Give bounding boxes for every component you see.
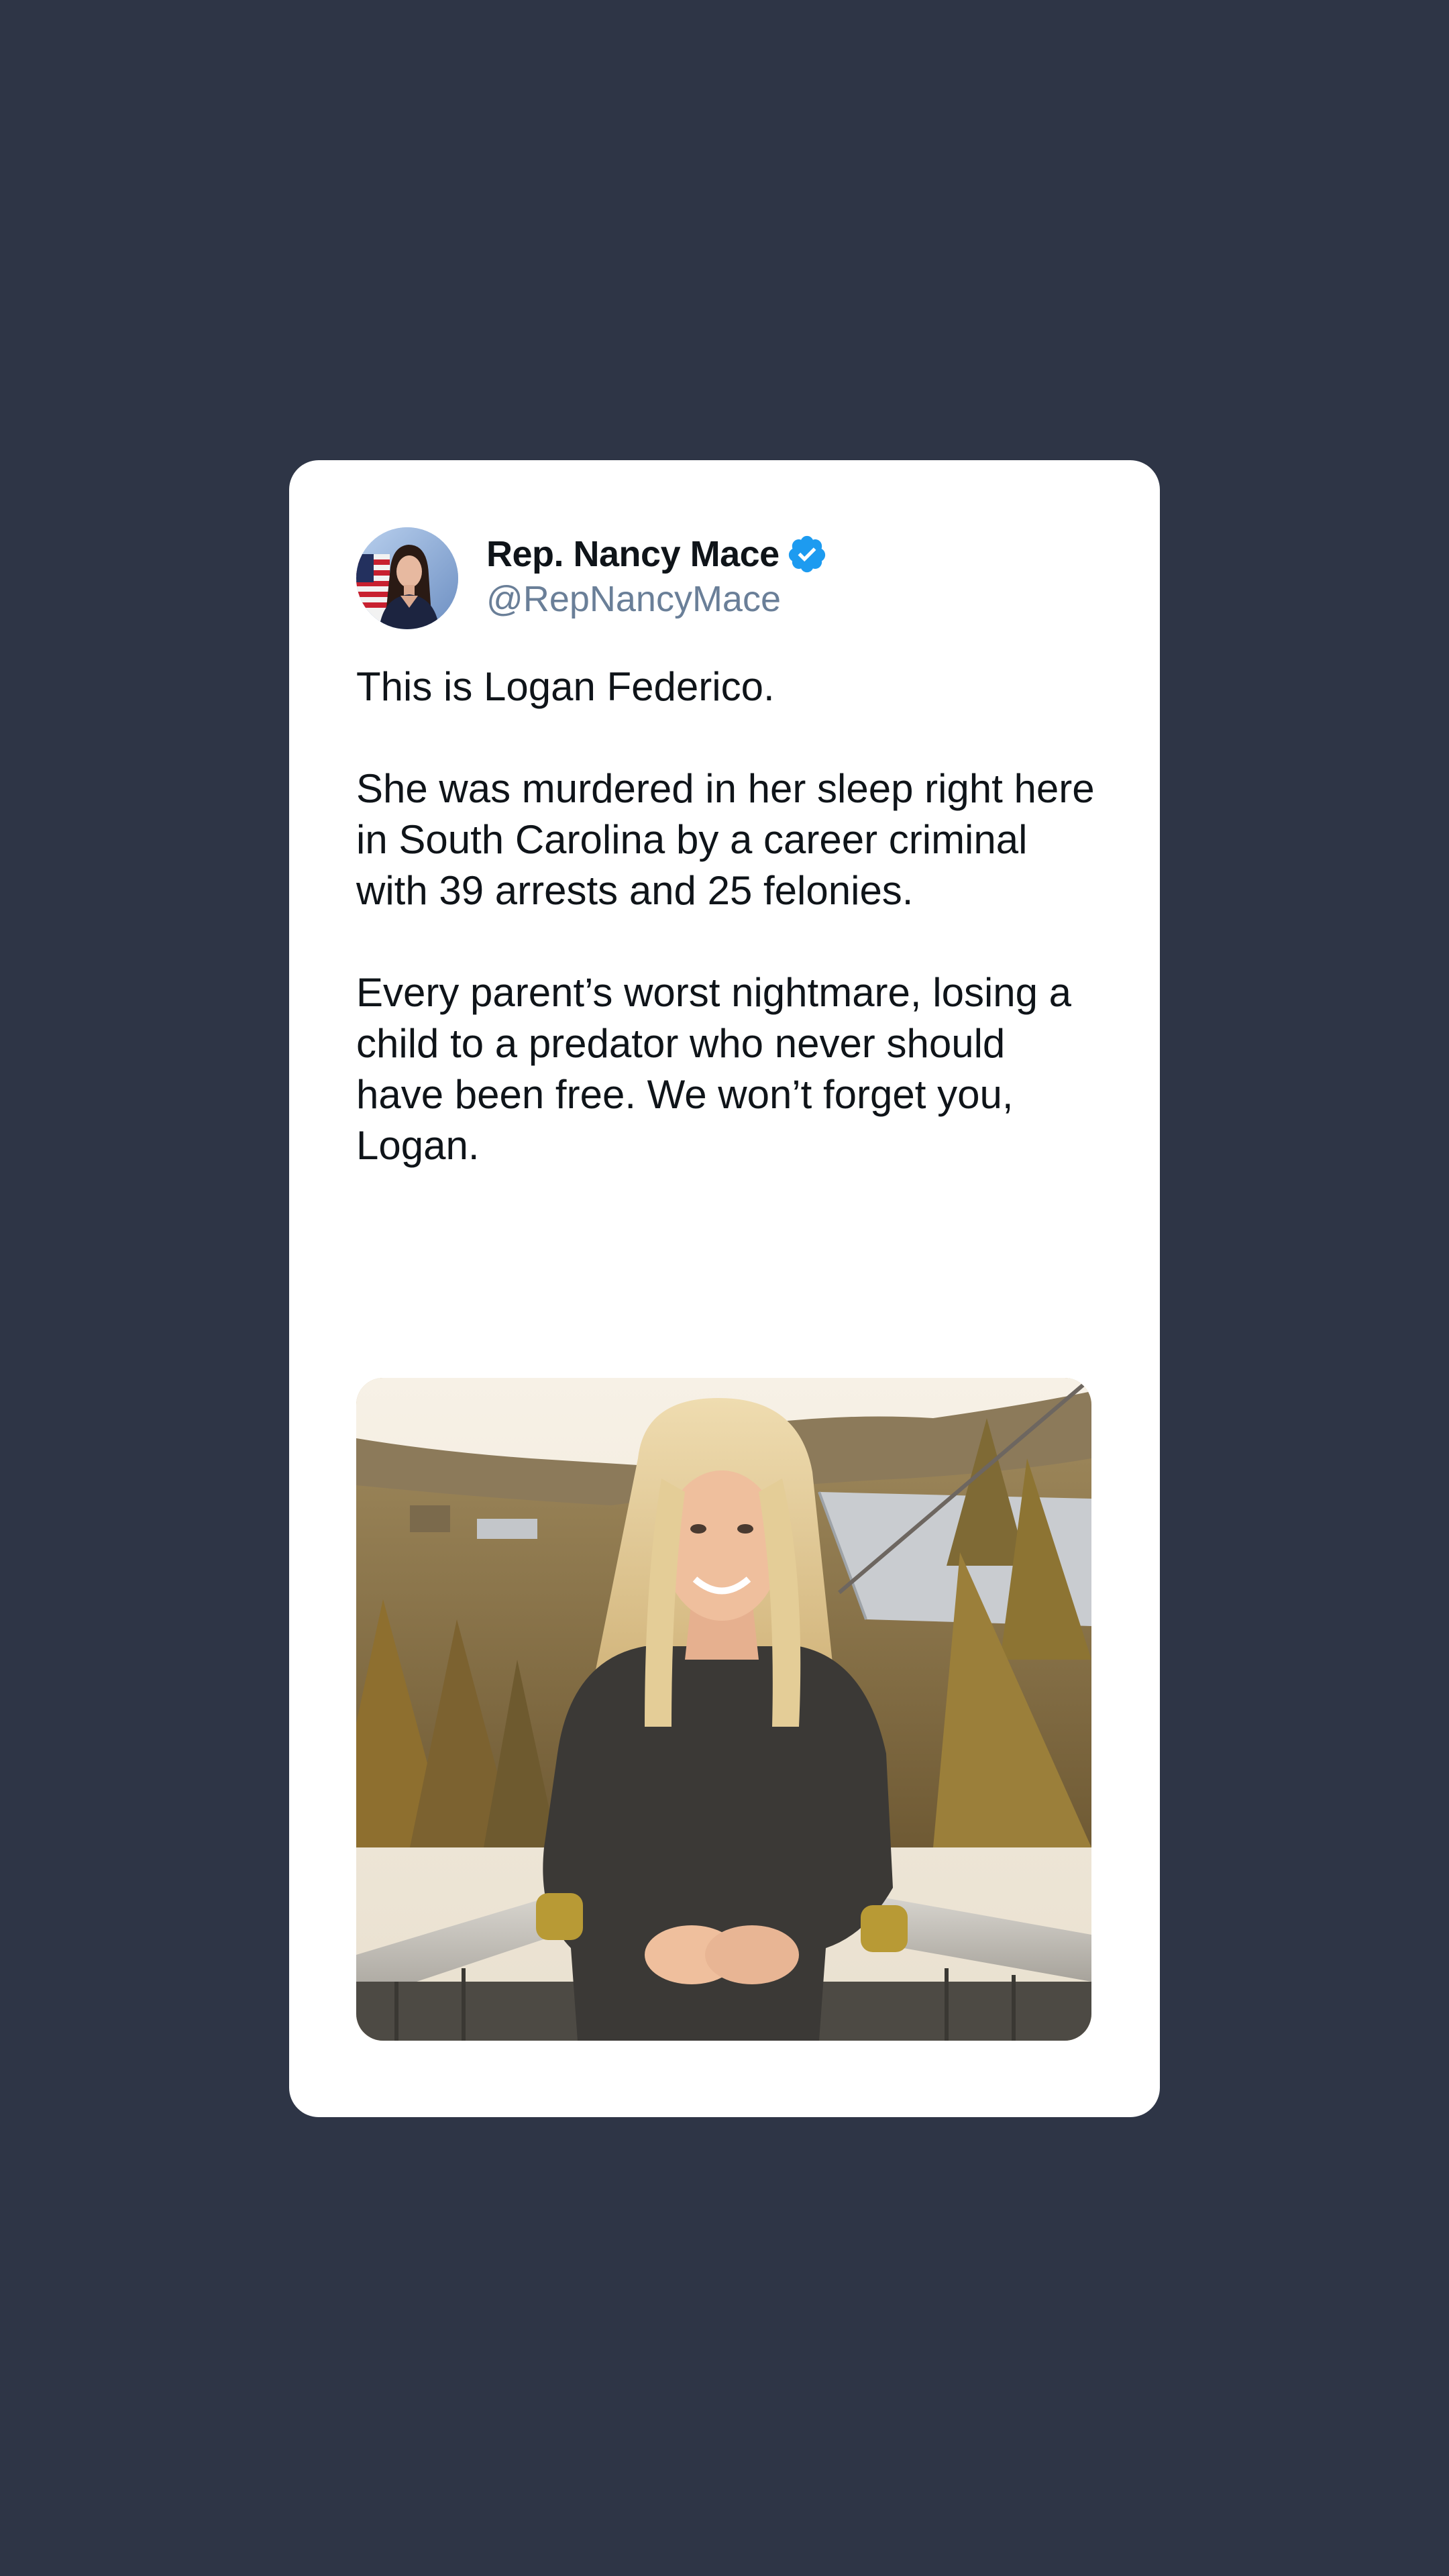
tweet-photo[interactable] bbox=[356, 1378, 1091, 2041]
photo-illustration bbox=[356, 1378, 1091, 2041]
tweet-paragraph: This is Logan Federico. bbox=[356, 664, 775, 709]
tweet-paragraph: She was murdered in her sleep right here… bbox=[356, 766, 1095, 913]
tweet-header: Rep. Nancy Mace @RepNancyMace bbox=[356, 527, 1094, 629]
author-handle[interactable]: @RepNancyMace bbox=[486, 578, 828, 620]
tweet-text: This is Logan Federico. She was murdered… bbox=[356, 661, 1101, 1171]
verified-badge-icon bbox=[786, 533, 828, 575]
tweet-paragraph: Every parent’s worst nightmare, losing a… bbox=[356, 970, 1072, 1168]
avatar[interactable] bbox=[356, 527, 458, 629]
display-name[interactable]: Rep. Nancy Mace bbox=[486, 533, 780, 575]
author-names: Rep. Nancy Mace @RepNancyMace bbox=[486, 529, 828, 620]
avatar-portrait bbox=[356, 527, 458, 629]
tweet-card: Rep. Nancy Mace @RepNancyMace This is Lo… bbox=[289, 460, 1160, 2117]
name-row: Rep. Nancy Mace bbox=[486, 529, 828, 580]
